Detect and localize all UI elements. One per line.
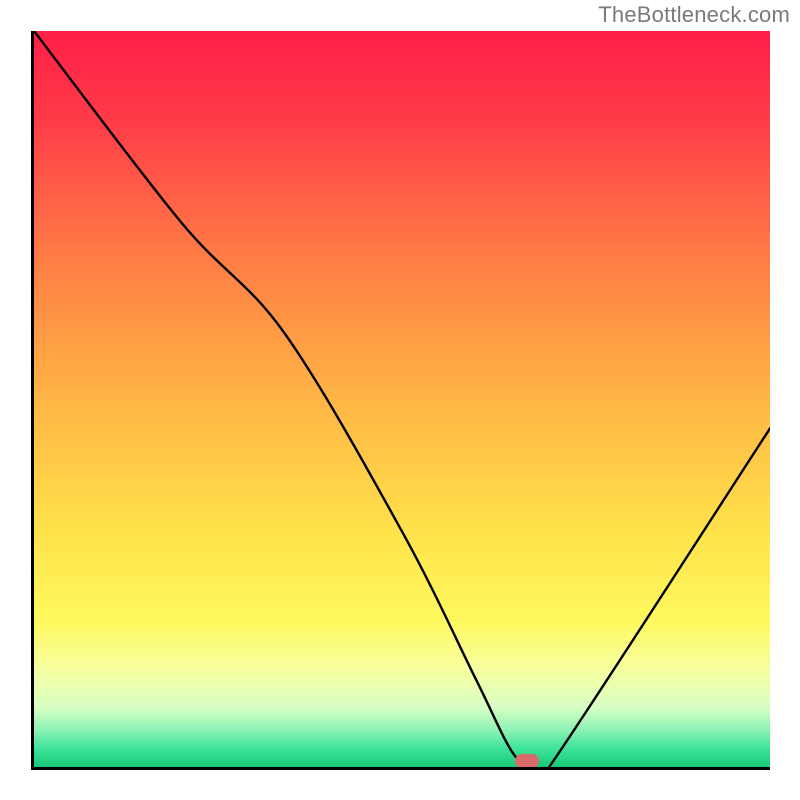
chart-line bbox=[34, 31, 770, 767]
bottleneck-marker bbox=[515, 754, 539, 768]
chart-frame: TheBottleneck.com bbox=[0, 0, 800, 800]
watermark-text: TheBottleneck.com bbox=[598, 2, 790, 28]
plot-area bbox=[31, 31, 770, 770]
